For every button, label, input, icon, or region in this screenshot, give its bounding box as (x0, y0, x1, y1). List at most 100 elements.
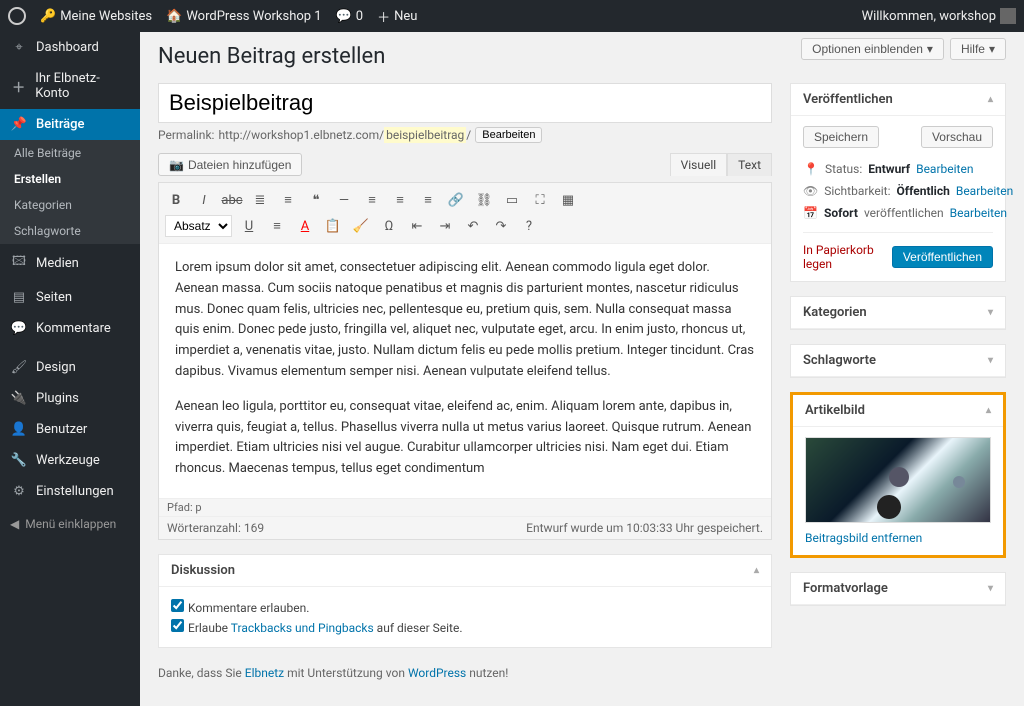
new-content-link[interactable]: ＋ Neu (377, 7, 417, 26)
justify-button[interactable]: ≡ (266, 215, 288, 237)
wrench-icon: 🔧 (10, 453, 28, 468)
allow-comments-label[interactable]: Kommentare erlauben. (171, 601, 309, 615)
edit-status-link[interactable]: Bearbeiten (916, 162, 973, 176)
permalink-row: Permalink: http://workshop1.elbnetz.com/… (158, 127, 772, 143)
permalink-slug: beispielbeitrag (384, 127, 466, 143)
media-icon: 🖾 (10, 252, 28, 274)
sub-categories[interactable]: Kategorien (0, 192, 140, 218)
preview-button[interactable]: Vorschau (921, 126, 993, 148)
sub-tags[interactable]: Schlagworte (0, 218, 140, 244)
tab-visual[interactable]: Visuell (670, 153, 728, 176)
user-icon: 👤 (10, 422, 28, 437)
fullscreen-button[interactable]: ⛶ (529, 189, 551, 211)
redo-button[interactable]: ↷ (490, 215, 512, 237)
my-sites-link[interactable]: 🔑 Meine Websites (40, 9, 152, 24)
trackbacks-link[interactable]: Trackbacks und Pingbacks (231, 621, 374, 635)
sidebar-item-users[interactable]: 👤Benutzer (0, 414, 140, 445)
autosave-message: Entwurf wurde um 10:03:33 Uhr gespeicher… (526, 521, 763, 535)
special-char-button[interactable]: Ω (378, 215, 400, 237)
align-center-button[interactable]: ≡ (389, 189, 411, 211)
format-box: Formatvorlage▾ (790, 572, 1006, 606)
sidebar-item-design[interactable]: 🖌Design (0, 352, 140, 383)
sidebar-item-tools[interactable]: 🔧Werkzeuge (0, 445, 140, 476)
undo-button[interactable]: ↶ (462, 215, 484, 237)
edit-permalink-button[interactable]: Bearbeiten (475, 127, 542, 143)
save-draft-button[interactable]: Speichern (803, 126, 879, 148)
sidebar-item-media[interactable]: 🖾Medien (0, 244, 140, 282)
eye-icon: 👁 (803, 184, 818, 198)
post-title-input[interactable] (158, 83, 772, 123)
chevron-down-icon: ▾ (988, 307, 993, 318)
align-left-button[interactable]: ≡ (361, 189, 383, 211)
sidebar-item-elbnetz[interactable]: ＋Ihr Elbnetz-Konto (0, 63, 140, 109)
indent-button[interactable]: ⇥ (434, 215, 456, 237)
allow-trackbacks-checkbox[interactable] (171, 619, 184, 632)
sidebar-item-posts[interactable]: 📌Beiträge (0, 109, 140, 140)
underline-button[interactable]: U (238, 215, 260, 237)
bullet-list-button[interactable]: ≣ (249, 189, 271, 211)
publish-button[interactable]: Veröffentlichen (892, 246, 993, 268)
help-icon-button[interactable]: ? (518, 215, 540, 237)
strike-button[interactable]: abc (221, 189, 243, 211)
elbnetz-link[interactable]: Elbnetz (245, 666, 284, 680)
plus-icon: ＋ (10, 77, 27, 96)
align-right-button[interactable]: ≡ (417, 189, 439, 211)
sub-create-post[interactable]: Erstellen (0, 166, 140, 192)
avatar (1000, 8, 1016, 24)
word-count: Wörteranzahl: 169 (167, 521, 264, 535)
admin-bar: 🔑 Meine Websites 🏠 WordPress Workshop 1 … (0, 0, 1024, 32)
site-name-link[interactable]: 🏠 WordPress Workshop 1 (166, 9, 321, 24)
toolbar-toggle-button[interactable]: ▦ (557, 189, 579, 211)
blockquote-button[interactable]: ❝ (305, 189, 327, 211)
unlink-button[interactable]: ⛓ (473, 189, 495, 211)
clear-format-button[interactable]: 🧹 (350, 215, 372, 237)
sidebar-item-pages[interactable]: ▤Seiten (0, 282, 140, 313)
move-to-trash-link[interactable]: In Papierkorb legen (803, 243, 892, 271)
more-button[interactable]: ▭ (501, 189, 523, 211)
link-button[interactable]: 🔗 (445, 189, 467, 211)
chevron-down-icon: ▾ (988, 355, 993, 366)
allow-comments-checkbox[interactable] (171, 599, 184, 612)
categories-handle[interactable]: Kategorien▾ (791, 297, 1005, 329)
paste-button[interactable]: 📋 (322, 215, 344, 237)
caret-down-icon: ▾ (927, 42, 933, 56)
bold-button[interactable]: B (165, 189, 187, 211)
featured-image-thumbnail[interactable] (805, 437, 991, 523)
format-select[interactable]: Absatz (165, 215, 232, 237)
allow-trackbacks-label[interactable]: Erlaube Trackbacks und Pingbacks auf die… (171, 621, 462, 635)
key-icon: 📍 (803, 162, 819, 176)
hr-button[interactable]: ― (333, 189, 355, 211)
italic-button[interactable]: I (193, 189, 215, 211)
comments-link[interactable]: 💬 0 (336, 9, 364, 24)
outdent-button[interactable]: ⇤ (406, 215, 428, 237)
publish-box: Veröffentlichen▴ Speichern Vorschau 📍Sta… (790, 83, 1006, 282)
textcolor-button[interactable]: A (294, 215, 316, 237)
edit-schedule-link[interactable]: Bearbeiten (950, 206, 1007, 220)
format-handle[interactable]: Formatvorlage▾ (791, 573, 1005, 605)
publish-handle[interactable]: Veröffentlichen▴ (791, 84, 1005, 116)
edit-visibility-link[interactable]: Bearbeiten (956, 184, 1013, 198)
tags-handle[interactable]: Schlagworte▾ (791, 345, 1005, 377)
tab-text[interactable]: Text (727, 153, 772, 176)
featured-handle[interactable]: Artikelbild▴ (793, 395, 1003, 427)
discussion-handle[interactable]: Diskussion▴ (159, 555, 771, 587)
posts-submenu: Alle Beiträge Erstellen Kategorien Schla… (0, 140, 140, 244)
collapse-menu[interactable]: ◀Menü einklappen (0, 507, 140, 541)
remove-featured-link[interactable]: Beitragsbild entfernen (805, 531, 922, 545)
number-list-button[interactable]: ≡ (277, 189, 299, 211)
editor-content[interactable]: Lorem ipsum dolor sit amet, consectetuer… (159, 244, 771, 498)
sub-all-posts[interactable]: Alle Beiträge (0, 140, 140, 166)
wordpress-link[interactable]: WordPress (408, 666, 466, 680)
sidebar-item-plugins[interactable]: 🔌Plugins (0, 383, 140, 414)
featured-image-box: Artikelbild▴ Beitragsbild entfernen (790, 392, 1006, 558)
welcome-user[interactable]: Willkommen, workshop (862, 8, 1016, 24)
sidebar-item-dashboard[interactable]: ⌖Dashboard (0, 32, 140, 63)
help-button[interactable]: Hilfe ▾ (950, 38, 1006, 60)
sidebar-item-settings[interactable]: ⚙Einstellungen (0, 476, 140, 507)
screen-options-button[interactable]: Optionen einblenden ▾ (801, 38, 944, 60)
comment-icon: 💬 (10, 321, 28, 336)
add-media-button[interactable]: 📷 Dateien hinzufügen (158, 153, 302, 176)
sidebar-item-comments[interactable]: 💬Kommentare (0, 313, 140, 344)
slider-icon: ⚙ (10, 484, 28, 499)
wp-logo[interactable] (8, 7, 26, 25)
